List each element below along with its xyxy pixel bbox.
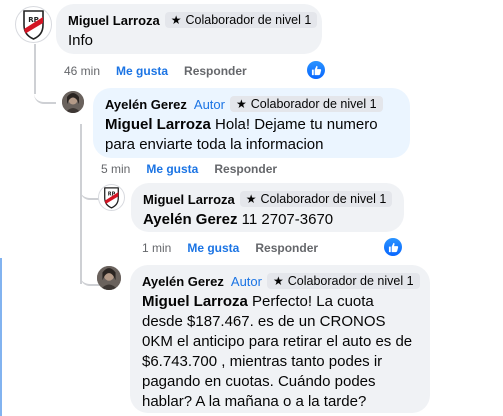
comment-time[interactable]: 46 min [64,64,100,78]
status-badge[interactable]: ★ Colaborador de nivel 1 [266,273,420,289]
comment-body: 11 2707-3670 [237,211,334,228]
thread-connector [34,80,56,104]
comment-author[interactable]: Ayelén Gerez [105,97,187,112]
comment-actions: 1 min Me gusta Responder [142,241,318,255]
avatar[interactable] [62,91,84,113]
avatar[interactable]: RP [15,6,52,43]
thread-line [80,124,82,284]
comment-text: Ayelén Gerez 11 2707-3670 [143,210,392,230]
avatar[interactable] [97,266,121,290]
like-button[interactable]: Me gusta [187,241,239,255]
like-button[interactable]: Me gusta [116,64,168,78]
comment-author[interactable]: Miguel Larroza [143,192,235,207]
star-badge-icon: ★ [245,192,257,206]
comment-body: Perfecto! La cuota desde $187.467. es de… [142,293,413,410]
comment-text: Info [68,32,94,49]
badge-label: Colaborador de nivel 1 [287,274,414,288]
star-badge-icon: ★ [272,274,284,288]
reply-button[interactable]: Responder [214,162,277,176]
svg-text:RP: RP [108,192,116,198]
comment-author[interactable]: Miguel Larroza [68,13,160,28]
thread-indicator [0,258,2,416]
reply-button[interactable]: Responder [184,64,247,78]
reply-button[interactable]: Responder [255,241,318,255]
comment-bubble: Ayelén Gerez Autor ★ Colaborador de nive… [93,88,410,158]
river-plate-crest-icon: RP [104,187,119,209]
profile-photo [62,91,84,113]
comment-time[interactable]: 5 min [101,162,130,176]
svg-text:RP: RP [28,16,39,24]
comment-text: Miguel Larroza Hola! Dejame tu numero pa… [105,115,398,155]
comment-actions: 5 min Me gusta Responder [101,162,277,176]
thumbs-up-icon[interactable] [384,238,402,256]
thumbs-up-icon[interactable] [307,61,325,79]
badge-label: Colaborador de nivel 1 [260,192,387,206]
profile-photo [97,266,121,290]
comment-bubble: Miguel Larroza ★ Colaborador de nivel 1 … [131,183,404,232]
mention-link[interactable]: Ayelén Gerez [143,211,238,228]
star-badge-icon: ★ [235,97,247,111]
like-button[interactable]: Me gusta [146,162,198,176]
comment-text: Miguel Larroza Perfecto! La cuota desde … [142,292,418,412]
badge-label: Colaborador de nivel 1 [250,97,377,111]
status-badge[interactable]: ★ Colaborador de nivel 1 [164,12,318,28]
mention-link[interactable]: Miguel Larroza [142,293,248,310]
author-tag: Autor [193,96,225,112]
comment-time[interactable]: 1 min [142,241,171,255]
status-badge[interactable]: ★ Colaborador de nivel 1 [229,96,383,112]
comment-actions: 46 min Me gusta Responder [64,64,247,78]
avatar[interactable]: RP [98,184,125,211]
comment-bubble: Miguel Larroza ★ Colaborador de nivel 1 … [56,4,322,54]
star-badge-icon: ★ [170,13,182,27]
comment-author[interactable]: Ayelén Gerez [142,274,224,289]
mention-link[interactable]: Miguel Larroza [105,116,211,133]
status-badge[interactable]: ★ Colaborador de nivel 1 [239,191,393,207]
badge-label: Colaborador de nivel 1 [185,13,312,27]
comment-bubble: Ayelén Gerez Autor ★ Colaborador de nive… [130,265,430,413]
river-plate-crest-icon: RP [23,10,44,40]
author-tag: Autor [230,273,262,289]
